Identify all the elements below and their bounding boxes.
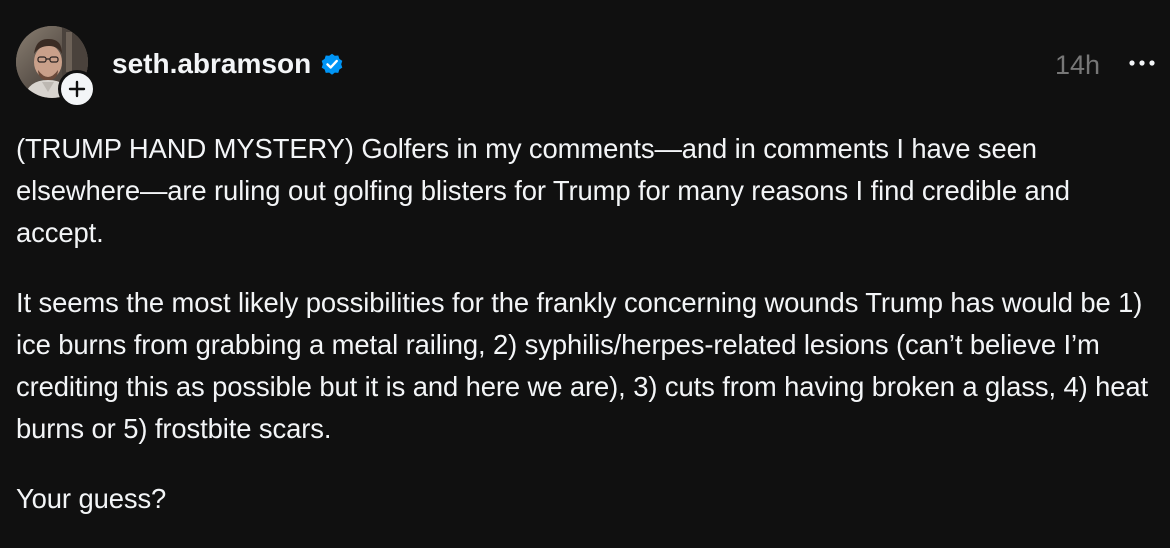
post-paragraph: Your guess?	[16, 483, 167, 514]
thread-post: seth.abramson 14h (TRUMP HAND MYSTERY) G…	[0, 0, 1170, 534]
post-paragraph: It seems the most likely possibilities f…	[16, 287, 1149, 444]
post-paragraph: (TRUMP HAND MYSTERY) Golfers in my comme…	[16, 133, 1070, 248]
post-body: (TRUMP HAND MYSTERY) Golfers in my comme…	[16, 128, 1164, 548]
ellipsis-icon	[1129, 60, 1155, 66]
username[interactable]: seth.abramson	[112, 48, 311, 80]
post-timestamp[interactable]: 14h	[1055, 50, 1100, 81]
follow-button[interactable]	[58, 70, 96, 108]
plus-icon	[68, 80, 86, 98]
post-header: seth.abramson 14h	[14, 24, 1164, 108]
author-row: seth.abramson	[112, 46, 345, 82]
more-options-button[interactable]	[1124, 52, 1160, 74]
verified-badge-icon	[319, 51, 345, 77]
avatar-container[interactable]	[14, 26, 96, 108]
